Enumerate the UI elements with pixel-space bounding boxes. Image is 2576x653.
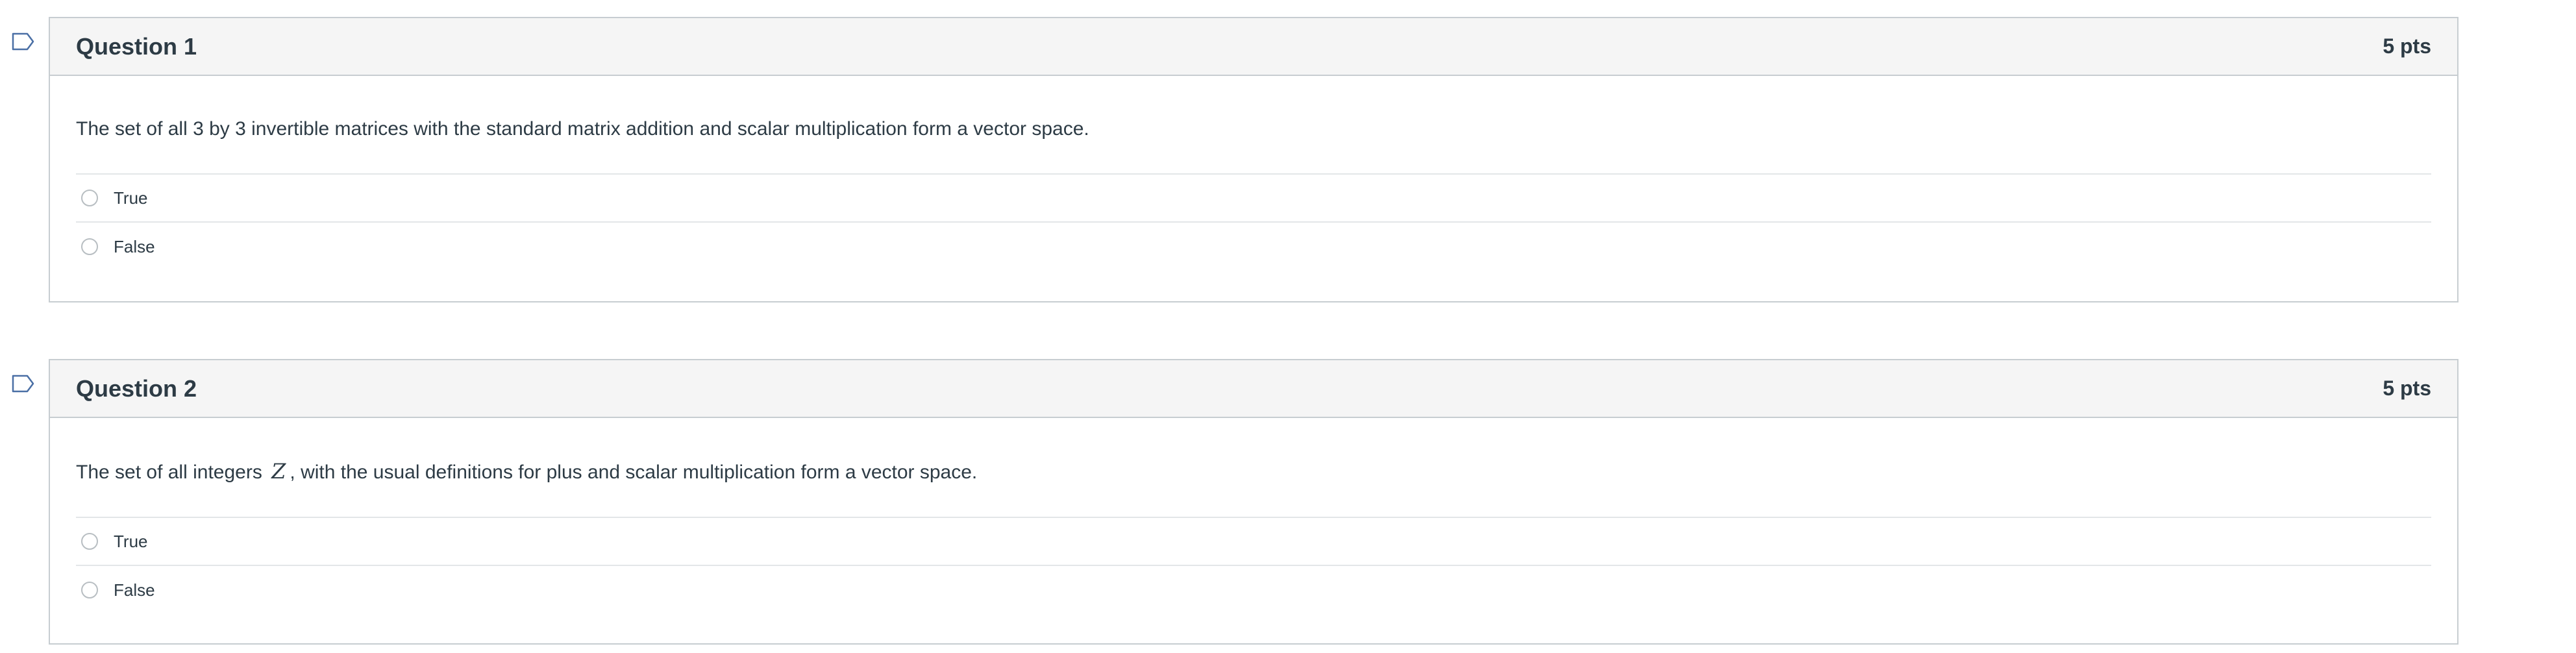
answer-label: True	[114, 188, 148, 208]
quiz-page: Question 1 5 pts The set of all 3 by 3 i…	[0, 0, 2576, 653]
answer-false[interactable]: False	[76, 223, 2431, 271]
question-card: Question 1 5 pts The set of all 3 by 3 i…	[49, 17, 2458, 302]
question-body: The set of all integers Z, with the usua…	[50, 418, 2457, 614]
answer-list: True False	[76, 517, 2431, 614]
radio-button[interactable]	[81, 582, 98, 598]
question-points: 5 pts	[2383, 34, 2431, 58]
math-symbol: Z	[271, 459, 286, 484]
flag-question-icon[interactable]	[12, 375, 35, 393]
answer-list: True False	[76, 173, 2431, 271]
question-points: 5 pts	[2383, 376, 2431, 400]
question-title: Question 1	[76, 33, 197, 60]
answer-label: True	[114, 531, 148, 551]
question-text-after: , with the usual definitions for plus an…	[290, 462, 978, 483]
radio-button[interactable]	[81, 238, 98, 255]
answer-label: False	[114, 580, 155, 600]
radio-button[interactable]	[81, 533, 98, 550]
question-text: The set of all integers Z, with the usua…	[76, 418, 2431, 517]
radio-button[interactable]	[81, 190, 98, 206]
question-card: Question 2 5 pts The set of all integers…	[49, 359, 2458, 645]
question-text: The set of all 3 by 3 invertible matrice…	[76, 76, 2431, 173]
question-body: The set of all 3 by 3 invertible matrice…	[50, 76, 2457, 271]
answer-false[interactable]: False	[76, 566, 2431, 614]
answer-label: False	[114, 236, 155, 256]
question-header: Question 2 5 pts	[50, 360, 2457, 418]
answer-true[interactable]: True	[76, 518, 2431, 566]
answer-true[interactable]: True	[76, 175, 2431, 223]
question-title: Question 2	[76, 375, 197, 402]
question-text-before: The set of all 3 by 3 invertible matrice…	[76, 118, 1089, 140]
question-text-before: The set of all integers	[76, 462, 262, 483]
flag-question-icon[interactable]	[12, 32, 35, 51]
question-header: Question 1 5 pts	[50, 18, 2457, 76]
